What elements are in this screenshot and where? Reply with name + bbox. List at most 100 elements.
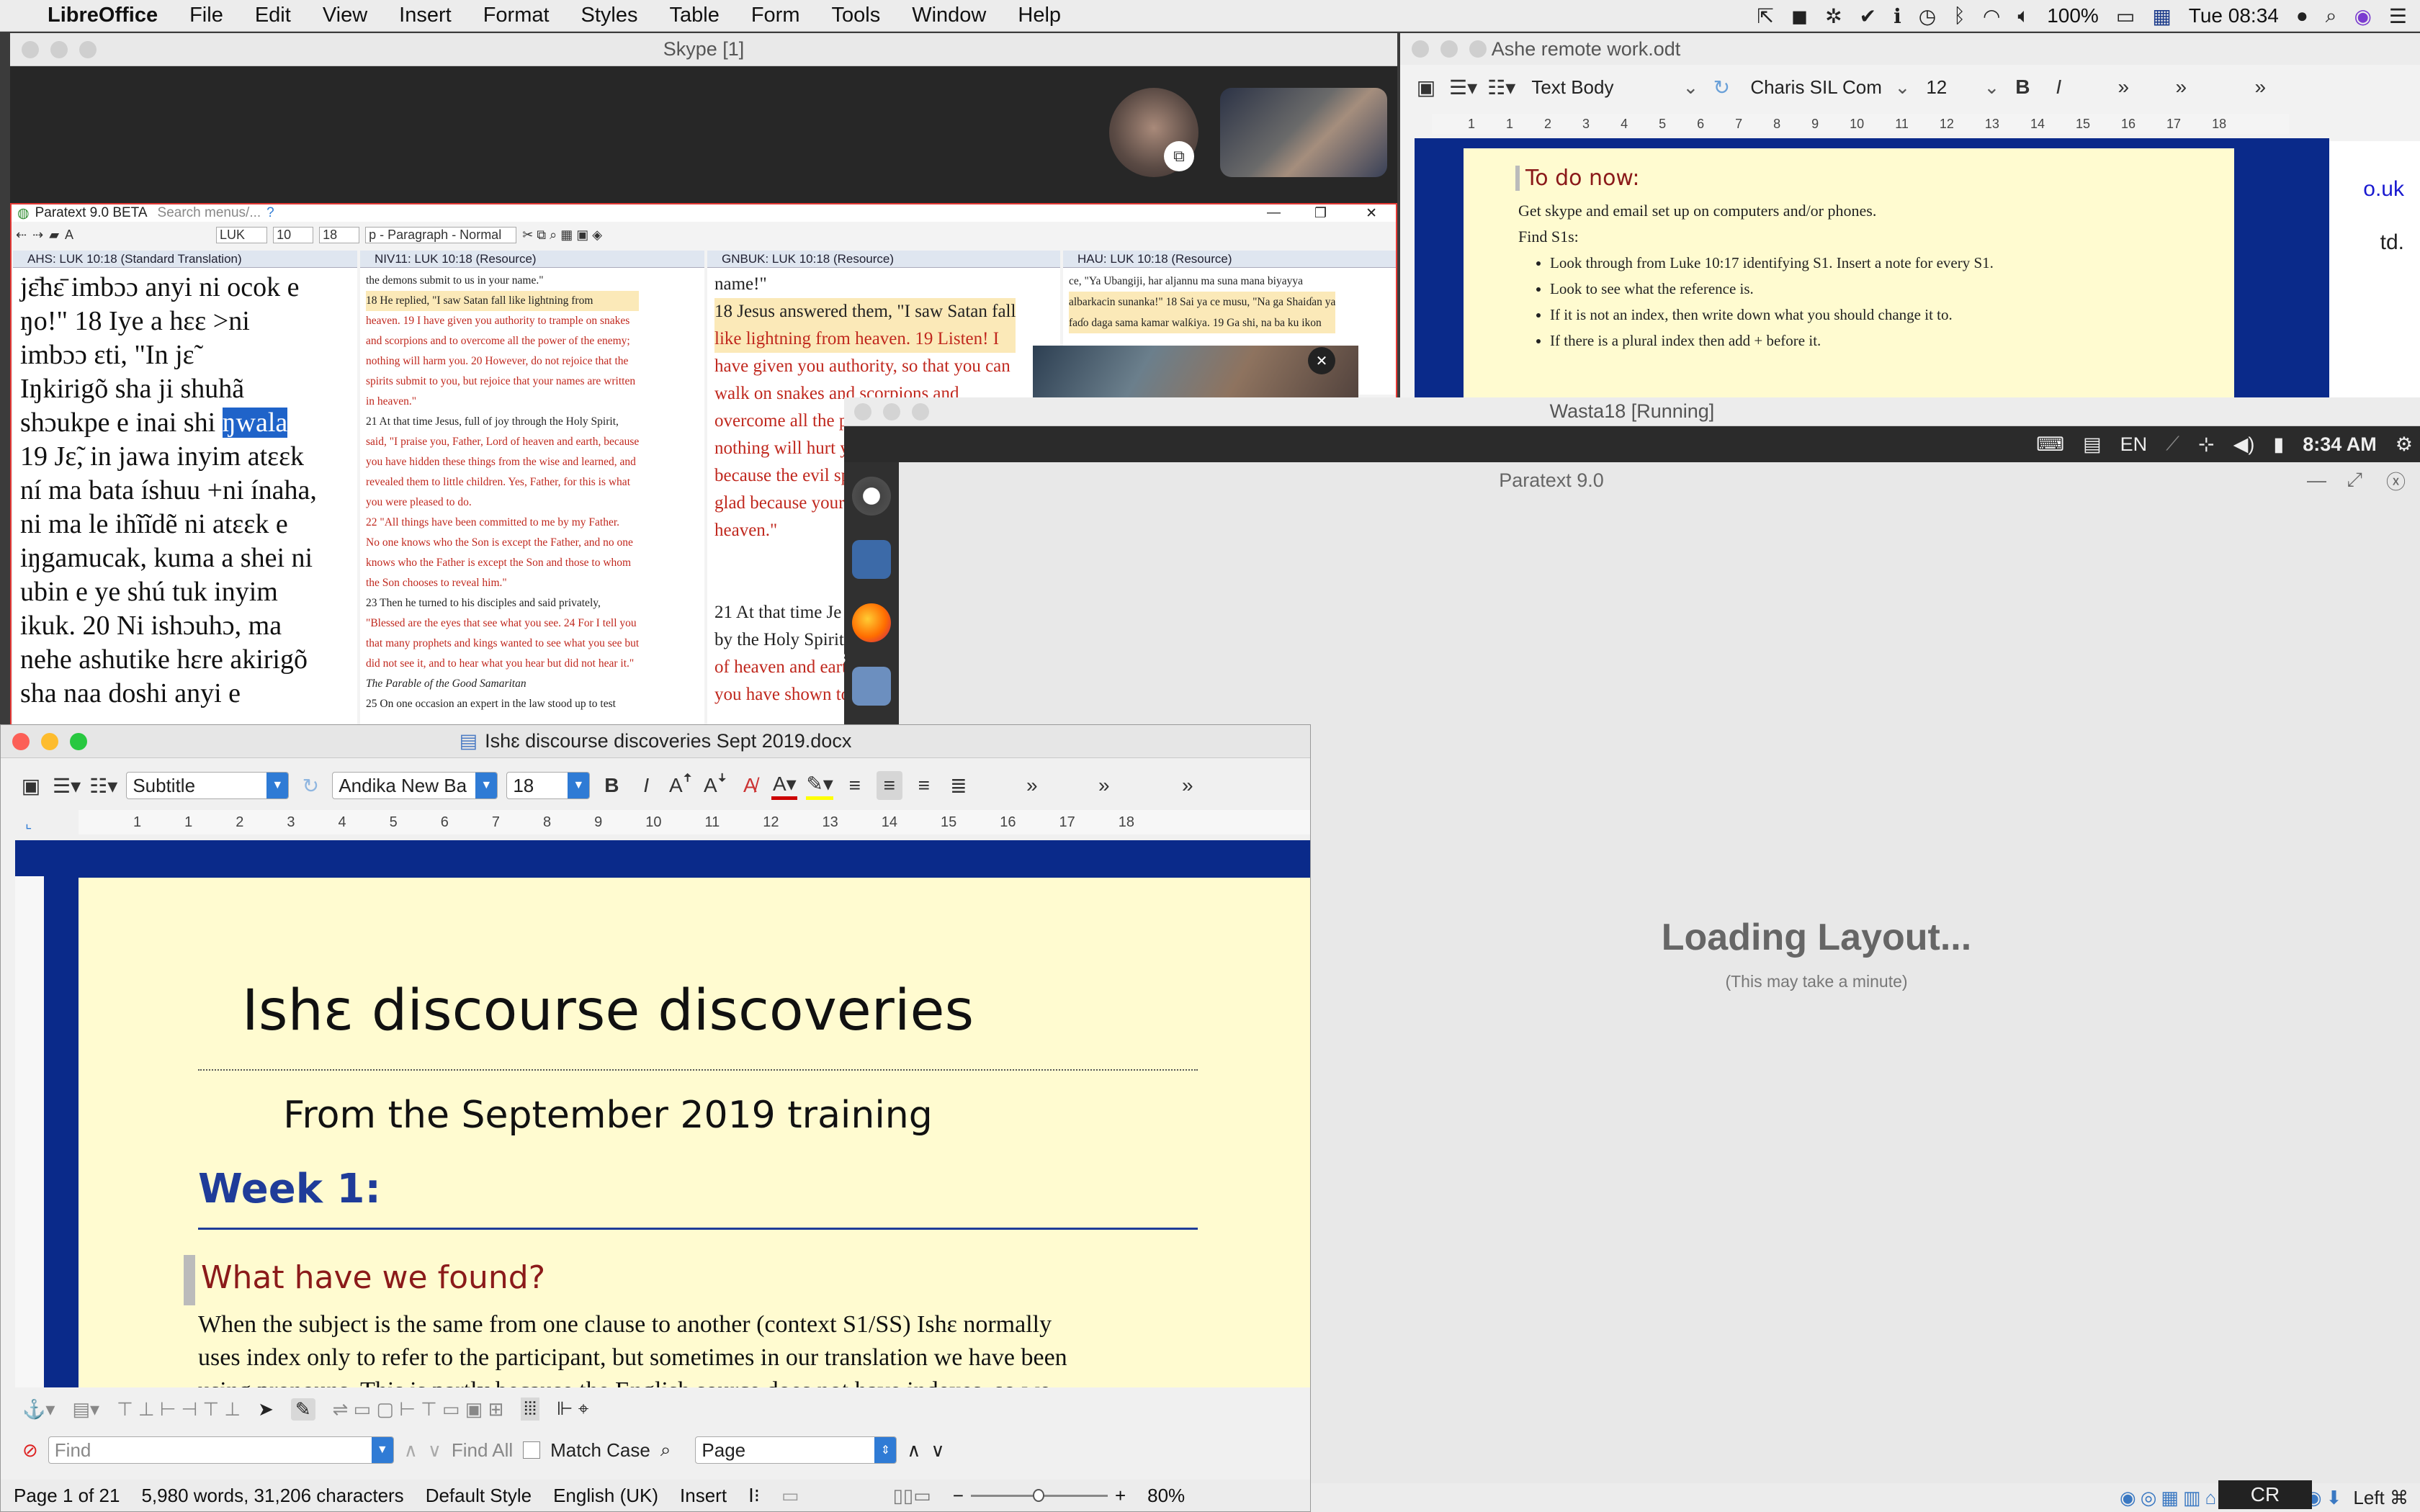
style-select[interactable]: p - Paragraph - Normal (365, 226, 517, 243)
keyboard-icon[interactable]: ⌨ (2036, 433, 2064, 456)
menu-form[interactable]: Form (735, 4, 816, 27)
popout-icon[interactable]: ⧉ (1164, 141, 1194, 171)
find-all-button[interactable]: Find All (452, 1439, 513, 1462)
ashe-page[interactable]: To do now: Get skype and email set up on… (1464, 148, 2234, 400)
menu-view[interactable]: View (307, 4, 383, 27)
ahs-text[interactable]: jɛ̄hɛ̄ imbɔɔ anyi ni ocok e ŋo!" 18 Iye … (20, 271, 317, 711)
grow-font-icon[interactable]: Aꜛ (668, 771, 694, 800)
find-replace-icon[interactable]: ⌕ (660, 1439, 671, 1462)
search-in-select[interactable]: Page ⇕ (695, 1436, 897, 1464)
list-icon[interactable]: ☰▾ (53, 771, 81, 800)
paratext-min[interactable]: — (1267, 205, 1281, 221)
settings-icon[interactable]: ✲ (1825, 4, 1842, 28)
zoom-slider[interactable] (970, 1488, 1108, 1502)
zoom-button[interactable] (79, 40, 97, 58)
word-count[interactable]: 5,980 words, 31,206 characters (141, 1485, 403, 1507)
zoom-slider-thumb[interactable] (1032, 1488, 1044, 1502)
menu-edit[interactable]: Edit (239, 4, 307, 27)
more-icon[interactable]: » (2110, 73, 2136, 102)
snap-icon[interactable]: ⊩ ⌖ (557, 1398, 589, 1421)
italic-button[interactable]: I (2045, 73, 2071, 102)
verse-select[interactable]: 18 (319, 226, 360, 243)
align-right-icon[interactable]: ≡ (911, 771, 937, 800)
clear-format-icon[interactable]: A̸ (737, 771, 763, 800)
ashe-doc-area[interactable]: To do now: Get skype and email set up on… (1415, 138, 2329, 400)
font-name-combo[interactable]: Charis SIL Com ⌄ (1744, 73, 1910, 101)
hau-text[interactable]: ce, "Ya Ubangiji, har aljannu ma suna ma… (1069, 271, 1336, 333)
paratext-close[interactable]: ✕ (1366, 205, 1377, 222)
shape-tools-icon[interactable]: ⇌ ▭ ▢ ⊢ ⊤ ▭ ▣ ⊞ (333, 1398, 504, 1421)
tab-stop-icon[interactable]: ⌞ (25, 814, 32, 832)
volume-icon[interactable]: ◀︎) (2233, 433, 2255, 456)
chapter-select[interactable]: 10 (273, 226, 314, 243)
selection-mode-icon[interactable]: Ⅰ⁝ (748, 1485, 760, 1507)
font-color-icon[interactable]: A▾ (771, 771, 798, 800)
check-icon[interactable]: ✔ (1860, 4, 1876, 28)
paratext-restore[interactable]: ❐ (1314, 205, 1327, 222)
match-case-checkbox[interactable] (523, 1441, 541, 1459)
font-size-combo[interactable]: 12 ⌄ (1920, 73, 1999, 101)
flag-icon[interactable]: ▦ (2152, 4, 2171, 28)
language[interactable]: English (UK) (553, 1485, 658, 1507)
menu-styles[interactable]: Styles (565, 4, 654, 27)
writer-ruler[interactable]: 1 1 2 3 4 5 6 7 8 9 10 11 12 13 14 15 16 17 18 (79, 810, 1310, 834)
doc-title[interactable]: Ishɛ discourse discoveries (79, 978, 1137, 1043)
close-button[interactable] (1412, 40, 1429, 58)
close-button[interactable] (12, 732, 30, 750)
zoom-level[interactable]: 80% (1147, 1485, 1185, 1507)
pointer-icon[interactable]: ⇱ (1757, 4, 1773, 28)
zoom-button[interactable] (70, 732, 87, 750)
wasta-clock[interactable]: 8:34 AM (2303, 433, 2377, 456)
battery-icon[interactable]: ▭ (2116, 4, 2135, 28)
menu-file[interactable]: File (174, 4, 239, 27)
more-icon[interactable]: » (1091, 771, 1117, 800)
writer-doc-area[interactable]: Ishɛ discourse discoveries From the Sept… (15, 840, 1310, 1387)
select-icon[interactable]: ➤ (258, 1398, 274, 1421)
ahs-selected-word[interactable]: ŋwala (222, 408, 288, 438)
align-center-icon[interactable]: ≡ (876, 771, 902, 800)
page-count[interactable]: Page 1 of 21 (14, 1485, 120, 1507)
justify-icon[interactable]: ≣ (946, 771, 972, 800)
dropzone-icon[interactable]: ◼ (1791, 4, 1808, 28)
menubar-clock[interactable]: Tue 08:34 (2189, 4, 2279, 27)
close-button[interactable] (22, 40, 39, 58)
maximize-icon[interactable]: ⤢ (2347, 469, 2362, 492)
paratext-status-icon[interactable]: ⟋ (2166, 433, 2179, 456)
minimize-button[interactable] (41, 732, 58, 750)
more-icon[interactable]: » (2168, 73, 2194, 102)
niv-pane[interactable]: NIV11: LUK 10:18 (Resource) the demons s… (360, 251, 704, 726)
outline-icon[interactable]: ☷▾ (1487, 73, 1515, 102)
update-style-icon[interactable]: ↻ (1708, 73, 1734, 102)
zoom-out-icon[interactable]: − (953, 1485, 964, 1507)
ahs-pane[interactable]: AHS: LUK 10:18 (Standard Translation) jɛ… (13, 251, 357, 726)
input-icon[interactable]: ▤ (2083, 433, 2102, 456)
list-icon[interactable]: ☰▾ (1449, 73, 1477, 102)
back-icon[interactable]: ⇠ (16, 228, 27, 243)
spotlight-icon[interactable]: ⌕ (2326, 4, 2337, 28)
align-objects-icon[interactable]: ⊤ ⊥ ⊢ ⊣ ⊤ ⊥ (117, 1398, 241, 1421)
wifi-icon[interactable]: ◠ (1983, 4, 2000, 28)
host-key[interactable]: Left ⌘ (2353, 1487, 2408, 1509)
tools-icon[interactable]: ✂ ⧉ ⌕ ▦ ▣ ◈ (522, 228, 602, 243)
navigator-icon[interactable]: ▣ (1413, 73, 1439, 102)
lang-indicator[interactable]: EN (2120, 433, 2148, 456)
user-icon[interactable]: ● (2296, 4, 2308, 27)
power-icon[interactable]: ⚙ (2396, 433, 2413, 456)
bold-button[interactable]: B (599, 771, 624, 800)
update-style-icon[interactable]: ↻ (297, 771, 323, 800)
forward-icon[interactable]: ⇢ (32, 228, 43, 243)
week-heading[interactable]: Week 1: (198, 1166, 381, 1212)
book-select[interactable]: LUK (216, 226, 268, 243)
text-icon[interactable]: A (65, 228, 73, 243)
up-icon[interactable]: ∧ (907, 1439, 920, 1462)
find-prev-icon[interactable]: ∧ (404, 1439, 418, 1462)
find-input[interactable]: Find ▼ (48, 1436, 394, 1464)
doc-subtitle[interactable]: From the September 2019 training (79, 1094, 1137, 1137)
close-icon[interactable]: ⓧ (2386, 467, 2406, 495)
highlight-icon[interactable]: ✎▾ (806, 771, 833, 800)
paragraph-style-combo[interactable]: Subtitle ▼ (126, 772, 290, 799)
grid-icon[interactable]: ⦙⦙⦙ (521, 1398, 539, 1421)
info-icon[interactable]: ℹ (1894, 4, 1901, 28)
time-machine-icon[interactable]: ◷ (1919, 4, 1936, 28)
network-icon[interactable]: ⊹ (2198, 433, 2215, 456)
